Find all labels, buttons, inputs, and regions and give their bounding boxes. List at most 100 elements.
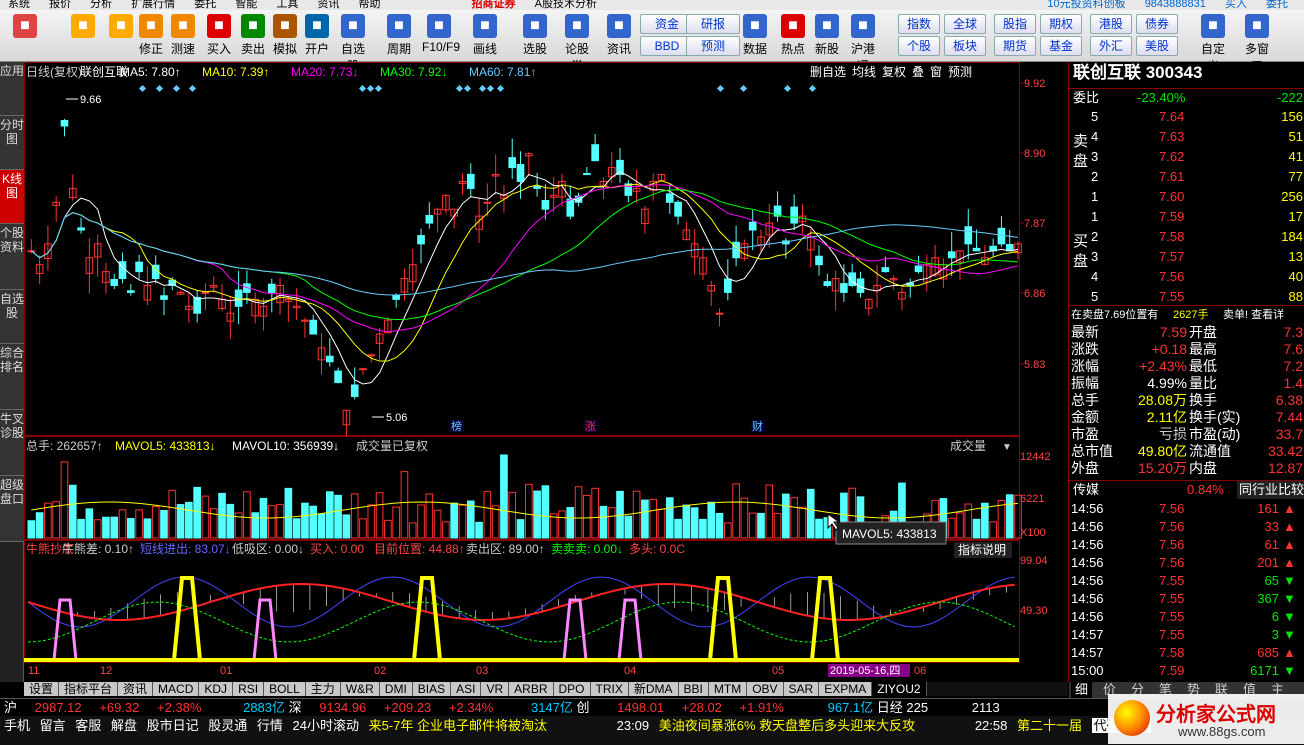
candle-body[interactable] [326,355,334,363]
indicator-tab-5[interactable]: RSI [233,682,265,696]
indicator-tab-10[interactable]: BIAS [412,682,452,696]
toolbar-button-multi-window[interactable]: ■多窗口 [1240,14,1274,73]
left-tab-1[interactable]: 分时图 [0,116,24,170]
volume-bar[interactable] [699,518,707,539]
volume-bar[interactable] [972,518,981,539]
market-link[interactable]: 行情 [257,718,283,733]
volume-bar[interactable] [815,518,823,539]
toolbar-small-button-8[interactable]: 股指 [994,14,1036,34]
indicator-tab-9[interactable]: DMI [379,682,413,696]
toolbar-small-button-5[interactable]: 个股 [898,36,940,56]
toolbar-button-watchlist[interactable]: ■自选股 [336,14,370,73]
rolling-news-link[interactable]: 24小时滚动 [292,718,358,733]
toolbar-button-home[interactable]: ■ [8,14,42,60]
toolbar-small-button-10[interactable]: 期权 [1040,14,1082,34]
tick-tab-0[interactable]: 细 [1071,682,1093,698]
buy-level-4[interactable]: 4 7.56 40 [1069,268,1304,286]
left-tab-2[interactable]: K线图 [0,170,24,224]
candle-body[interactable] [823,281,832,286]
volume-bar[interactable] [292,518,301,539]
toolbar-button-ipo[interactable]: ■ 新股 [810,14,844,60]
candle-body[interactable] [972,247,981,252]
kline-tool-5[interactable]: 预测 [948,65,972,79]
volume-bar[interactable] [27,520,36,539]
candle-body[interactable] [881,267,890,273]
toolbar-button-forward[interactable]: ■ [104,14,138,60]
candle-body[interactable] [815,255,823,266]
kline-tool-3[interactable]: 叠 [912,65,924,79]
candle-body[interactable] [724,278,732,293]
volume-bar[interactable] [143,518,152,539]
notice-link[interactable]: 10元投资科创板 [1047,0,1125,10]
menu-tools[interactable]: 工具 [276,0,298,10]
volume-bar[interactable] [707,501,716,539]
toolbar-button-sell[interactable]: ■ 卖出 [236,14,270,60]
sell-level-2[interactable]: 2 7.61 77 [1069,168,1304,186]
left-tab-0[interactable]: 应用 [0,62,24,116]
news-item-1[interactable]: 来5-7年 企业电子邮件将被淘汰 [369,718,547,733]
diary-link[interactable]: 股市日记 [147,718,199,733]
volume-bar[interactable] [317,513,326,539]
sell-level-4[interactable]: 4 7.63 51 [1069,128,1304,146]
volume-bar[interactable] [782,493,790,539]
service-link[interactable]: 客服 [75,718,101,733]
toolbar-button-select-stock[interactable]: ■ 选股 [518,14,552,60]
candle-body[interactable] [997,227,1006,245]
news-item-3[interactable]: 第二十一届 [1017,718,1082,733]
volume-bar[interactable] [342,514,351,539]
toolbar-button-draw[interactable]: ■ 画线 [468,14,502,60]
menu-extended[interactable]: 扩展行情 [131,0,175,10]
candle-body[interactable] [160,295,168,300]
toolbar-button-buy[interactable]: ■ 买入 [202,14,236,60]
toolbar-button-speedtest[interactable]: ■ 测速 [166,14,200,60]
kline-tool-0[interactable]: 删自选 [810,65,846,79]
toolbar-button-period[interactable]: ■ 周期 [382,14,416,60]
candle-body[interactable] [964,226,973,245]
volume-bar[interactable] [533,490,541,539]
kline-tool-2[interactable]: 复权 [882,65,906,79]
candle-body[interactable] [367,354,376,357]
sz-index[interactable]: 9134.96 [319,700,366,715]
indicator-tab-11[interactable]: ASI [451,682,482,696]
cy-index[interactable]: 1498.01 [617,700,664,715]
candle-body[interactable] [715,312,724,315]
toolbar-small-button-7[interactable]: 板块 [944,36,986,56]
candle-body[interactable] [533,185,541,189]
toolbar-small-button-4[interactable]: 指数 [898,14,940,34]
indicator-tab-0[interactable]: 设置 [24,682,60,696]
candle-body[interactable] [466,173,475,189]
toolbar-small-button-9[interactable]: 期货 [994,36,1036,56]
toolbar-button-simulate[interactable]: ■ 模拟 [268,14,302,60]
indicator-tab-21[interactable]: EXPMA [819,682,873,696]
volume-bar[interactable] [226,503,235,539]
buy-menu-button[interactable]: 买入 [1225,0,1247,10]
candle-body[interactable] [417,235,425,245]
candle-body[interactable] [425,215,434,224]
left-tab-7[interactable]: 超级盘口 [0,476,24,542]
candle-body[interactable] [790,206,798,224]
candle-body[interactable] [110,279,119,286]
indicator-tab-22[interactable]: ZIYOU2 [872,682,927,696]
volume-bar[interactable] [1005,494,1014,539]
indicator-tab-12[interactable]: VR [481,682,510,696]
left-tab-5[interactable]: 综合排名 [0,344,24,410]
indicator-tab-6[interactable]: BOLL [264,682,306,696]
left-tab-3[interactable]: 个股资料 [0,224,24,290]
volume-bar[interactable] [757,512,765,539]
volume-bar[interactable] [624,515,633,539]
indicator-tab-17[interactable]: BBI [678,682,709,696]
toolbar-button-forum[interactable]: ■论股堂 [560,14,594,73]
volume-bar[interactable] [516,519,525,539]
toolbar-button-f10[interactable]: ■ F10/F9 [422,14,460,60]
candle-body[interactable] [350,384,359,397]
volume-bar[interactable] [68,484,77,539]
toolbar-button-back[interactable]: ■ [66,14,100,60]
candle-body[interactable] [748,221,757,231]
buy-level-5[interactable]: 5 7.55 88 [1069,288,1304,306]
volume-bar[interactable] [326,491,334,539]
menu-quote[interactable]: 报价 [49,0,71,10]
indicator-tab-1[interactable]: 指标平台 [59,682,119,696]
candle-body[interactable] [392,294,400,300]
volume-selector[interactable]: 成交量 [950,438,986,453]
indicator-tab-19[interactable]: OBV [747,682,784,696]
